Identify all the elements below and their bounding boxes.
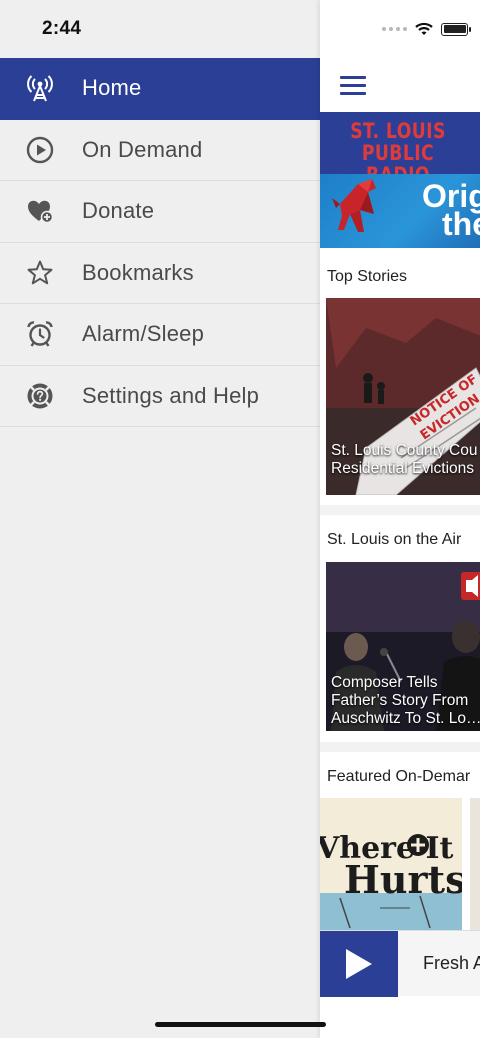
drawer-item-label: Home: [82, 75, 142, 101]
station-logo-banner[interactable]: ST. LOUIS PUBLIC RADIO: [320, 112, 480, 186]
story-card[interactable]: Composer Tells Father’s Story From Ausch…: [326, 562, 480, 731]
star-icon: [0, 258, 82, 288]
cellular-signal-icon: [382, 27, 407, 31]
drawer-item-settings-help[interactable]: Settings and Help: [0, 366, 320, 427]
radio-tower-icon: [0, 73, 82, 103]
hero-headline: Orig the: [422, 178, 480, 242]
settings-help-icon: [0, 381, 82, 411]
mini-player: Fresh A: [320, 930, 480, 997]
podcast-card-next[interactable]: [470, 798, 480, 930]
story-card[interactable]: NOTICE OF EVICTION St. Louis County Cou …: [326, 298, 480, 495]
section-divider: [320, 505, 480, 515]
svg-text:Hurts: Hurts: [344, 857, 462, 902]
section-title-featured-on-demand: Featured On-Demar: [327, 768, 471, 785]
navigation-drawer: 2:44 Home On Demand Donate Bookmarks Ala…: [0, 0, 320, 1038]
drawer-item-bookmarks[interactable]: Bookmarks: [0, 243, 320, 304]
story-caption: Composer Tells Father’s Story From Ausch…: [331, 674, 480, 727]
section-title-on-the-air: St. Louis on the Air: [327, 531, 462, 548]
play-button[interactable]: [320, 931, 398, 997]
drawer-item-home[interactable]: Home: [0, 58, 320, 120]
drawer-item-donate[interactable]: Donate: [0, 181, 320, 243]
story-caption: St. Louis County Cou Residential Evictio…: [331, 442, 478, 477]
hero-banner[interactable]: Orig the: [320, 174, 480, 248]
heart-plus-icon: [0, 196, 82, 226]
drawer-item-label: Alarm/Sleep: [82, 321, 205, 347]
wifi-icon: [415, 22, 433, 35]
origami-horse-image: [332, 179, 376, 232]
status-time: 2:44: [42, 18, 82, 39]
status-icons: [382, 22, 471, 36]
drawer-item-label: Donate: [82, 198, 155, 224]
podcast-art-image: Vhere It Hurts: [320, 798, 462, 930]
hamburger-menu-icon[interactable]: [340, 76, 366, 100]
drawer-menu: Home On Demand Donate Bookmarks Alarm/Sl…: [0, 58, 320, 427]
section-title-top-stories: Top Stories: [327, 268, 408, 285]
play-icon: [346, 949, 372, 979]
home-indicator[interactable]: [155, 1022, 326, 1027]
section-divider: [320, 742, 480, 752]
main-content: ST. LOUIS PUBLIC RADIO Orig the Top Stor…: [320, 0, 480, 1038]
play-circle-icon: [0, 135, 82, 165]
drawer-item-label: Settings and Help: [82, 382, 260, 408]
player-track-title[interactable]: Fresh A: [423, 953, 480, 974]
drawer-item-on-demand[interactable]: On Demand: [0, 120, 320, 181]
drawer-item-label: Bookmarks: [82, 259, 194, 285]
drawer-item-label: On Demand: [82, 136, 203, 162]
alarm-clock-icon: [0, 319, 82, 349]
podcast-card[interactable]: Vhere It Hurts: [320, 798, 462, 930]
drawer-item-alarm-sleep[interactable]: Alarm/Sleep: [0, 304, 320, 366]
battery-icon: [441, 22, 471, 36]
